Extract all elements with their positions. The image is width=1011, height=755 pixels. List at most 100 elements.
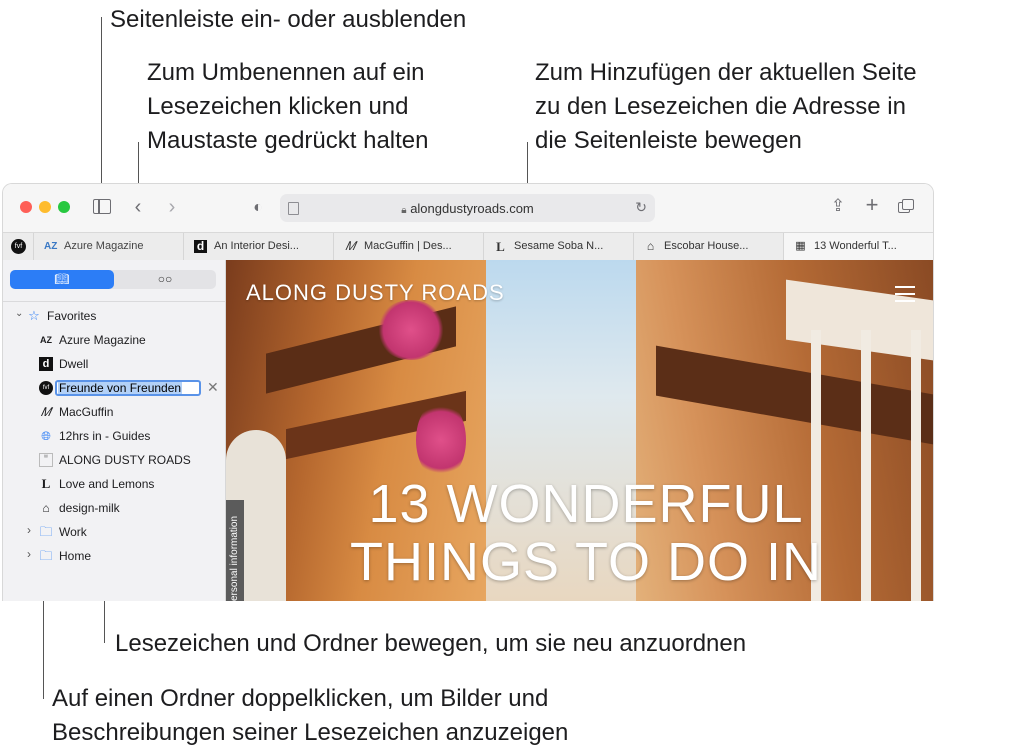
fvf-icon: fvf <box>11 239 26 254</box>
tab-label: An Interior Desi... <box>214 240 299 252</box>
hamburger-menu-icon[interactable] <box>895 286 915 307</box>
tab-label: MacGuffin | Des... <box>364 240 452 252</box>
tab-macguffin[interactable]: 𝑀 MacGuffin | Des... <box>333 233 483 260</box>
fvf-icon: fvf <box>39 381 53 395</box>
web-content: ALONG DUSTY ROADS 13 WONDERFUL THINGS TO… <box>226 260 933 601</box>
bookmark-macguffin[interactable]: 𝑀 MacGuffin <box>39 402 219 422</box>
callout-add-line3: die Seitenleiste bewegen <box>535 127 802 154</box>
along-dusty-roads-icon: ▤ <box>39 453 53 467</box>
callout-add-line2: zu den Lesezeichen die Adresse in <box>535 93 906 120</box>
sidebar-toggle-icon[interactable] <box>93 199 111 214</box>
url-label: alongdustyroads.com <box>410 201 534 216</box>
bookmark-label: ALONG DUSTY ROADS <box>59 453 191 467</box>
tab-label: Escobar House... <box>664 240 749 252</box>
privacy-shield-icon[interactable]: ◐ <box>250 198 266 218</box>
tab-interior-design[interactable]: d An Interior Desi... <box>183 233 333 260</box>
pillar-image <box>911 330 921 601</box>
flowers-image <box>376 300 446 360</box>
love-lemons-icon: L <box>41 476 51 491</box>
azure-icon: AZ <box>44 241 58 252</box>
site-title[interactable]: ALONG DUSTY ROADS <box>246 280 505 306</box>
callout-rename-line2: Lesezeichen klicken und <box>147 93 409 120</box>
azure-icon: AZ <box>40 335 52 345</box>
zoom-button[interactable] <box>58 201 70 213</box>
book-icon: 📖︎ <box>54 272 70 286</box>
callout-rename-line1: Zum Umbenennen auf ein <box>147 59 425 86</box>
pillar-image <box>861 330 871 601</box>
chevron-right-icon[interactable]: › <box>27 523 31 537</box>
hero-headline: 13 WONDERFUL THINGS TO DO IN <box>326 475 846 591</box>
macguffin-icon: 𝑀 <box>40 405 52 419</box>
tab-sesame-soba[interactable]: L Sesame Soba N... <box>483 233 633 260</box>
rename-bookmark-text: Freunde von Freunden <box>58 381 183 395</box>
bookmark-label: design-milk <box>59 501 120 515</box>
glasses-icon: ○○ <box>157 272 173 286</box>
tab-bar: fvf AZ Azure Magazine d An Interior Desi… <box>3 232 933 261</box>
leader-sidebar-toggle <box>101 17 102 195</box>
bookmark-azure-magazine[interactable]: AZ Azure Magazine <box>39 330 219 350</box>
address-bar[interactable]: 🔒︎ alongdustyroads.com ↻ <box>280 194 655 222</box>
back-chevron-icon[interactable]: ‹ <box>131 197 145 217</box>
tab-label: 13 Wonderful T... <box>814 240 897 252</box>
bookmark-label: Dwell <box>59 357 89 371</box>
bookmark-along-dusty-roads[interactable]: ▤ ALONG DUSTY ROADS <box>39 450 219 470</box>
dwell-icon: d <box>39 357 53 371</box>
star-icon: ☆ <box>28 308 40 323</box>
folder-home[interactable]: 🗀︎ Home <box>39 546 219 566</box>
bookmark-love-and-lemons[interactable]: L Love and Lemons <box>39 474 219 494</box>
folder-label: Home <box>59 549 92 563</box>
globe-icon: 🌐︎ <box>41 429 51 443</box>
clear-text-icon[interactable]: ✕ <box>207 378 219 396</box>
favorites-folder[interactable]: ☆ Favorites <box>27 306 207 326</box>
minimize-button[interactable] <box>39 201 51 213</box>
bookmark-label: MacGuffin <box>59 405 114 419</box>
forward-chevron-icon[interactable]: › <box>165 197 179 217</box>
tab-label: Sesame Soba N... <box>514 240 604 252</box>
flowers-image <box>416 400 466 480</box>
bookmark-label: Love and Lemons <box>59 477 155 491</box>
bookmark-label: Azure Magazine <box>59 333 146 347</box>
sidebar-divider <box>3 301 225 302</box>
rename-bookmark-field[interactable]: Freunde von Freunden <box>55 380 201 396</box>
share-icon[interactable]: ⇪ <box>829 196 847 216</box>
bookmarks-tab[interactable]: 📖︎ <box>10 270 114 289</box>
hero-line-2: THINGS TO DO IN <box>349 532 823 592</box>
design-milk-icon: ⌂ <box>646 239 655 253</box>
folder-work[interactable]: 🗀︎ Work <box>39 522 219 542</box>
chevron-down-icon[interactable]: ⌄ <box>15 308 23 319</box>
callout-folder-line2: Beschreibungen seiner Lesezeichen anzuze… <box>52 719 569 746</box>
lock-icon: 🔒︎ <box>401 205 407 216</box>
tab-overview-icon[interactable] <box>898 199 914 213</box>
folder-icon: 🗀︎ <box>39 524 53 539</box>
new-tab-plus-icon[interactable]: + <box>863 194 881 216</box>
bookmark-12hrs[interactable]: 🌐︎ 12hrs in - Guides <box>39 426 219 446</box>
pinned-tab-fvf[interactable]: fvf <box>3 233 33 260</box>
close-button[interactable] <box>20 201 32 213</box>
bookmark-dwell[interactable]: d Dwell <box>39 354 219 374</box>
tab-escobar-house[interactable]: ⌂ Escobar House... <box>633 233 783 260</box>
callout-move: Lesezeichen und Ordner bewegen, um sie n… <box>115 630 747 657</box>
love-lemons-icon: L <box>496 239 505 254</box>
callout-sidebar-toggle: Seitenleiste ein- oder ausblenden <box>110 6 467 33</box>
favorites-label: Favorites <box>47 309 97 323</box>
reading-list-tab[interactable]: ○○ <box>114 270 216 289</box>
sidebar-segmented-control: 📖︎ ○○ <box>10 270 216 289</box>
folder-icon: 🗀︎ <box>39 548 53 563</box>
tab-label: Azure Magazine <box>64 240 144 252</box>
reload-icon[interactable]: ↻ <box>635 199 647 216</box>
bookmark-design-milk[interactable]: ⌂ design-milk <box>39 498 219 518</box>
chevron-right-icon[interactable]: › <box>27 547 31 561</box>
tab-13-wonderful[interactable]: ▦ 13 Wonderful T... <box>783 233 933 260</box>
bookmark-label: 12hrs in - Guides <box>59 429 151 443</box>
callout-add-line1: Zum Hinzufügen der aktuellen Seite <box>535 59 917 86</box>
hero-line-1: 13 WONDERFUL <box>368 474 804 534</box>
safari-window: ‹ › ◐ 🔒︎ alongdustyroads.com ↻ ⇪ + fvf A… <box>2 183 934 601</box>
url-text: 🔒︎ alongdustyroads.com <box>280 201 655 216</box>
tab-azure-magazine[interactable]: AZ Azure Magazine <box>33 233 183 260</box>
design-milk-icon: ⌂ <box>42 501 50 515</box>
toolbar: ‹ › ◐ 🔒︎ alongdustyroads.com ↻ ⇪ + <box>3 184 933 232</box>
callout-rename-line3: Maustaste gedrückt halten <box>147 127 429 154</box>
macguffin-icon: 𝑀 <box>345 239 356 253</box>
personal-information-tab[interactable]: ersonal information <box>226 500 244 601</box>
grid-icon: ▦ <box>795 240 806 252</box>
